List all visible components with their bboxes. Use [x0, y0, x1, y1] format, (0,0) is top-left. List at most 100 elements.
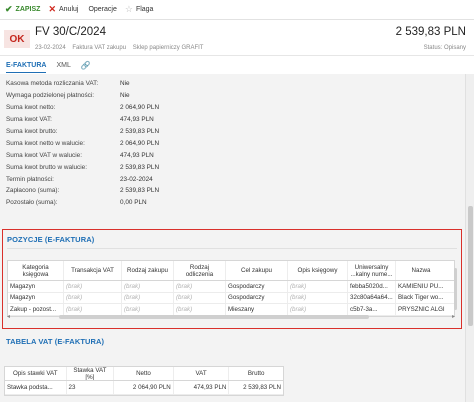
table-cell: (brak) [122, 281, 174, 292]
table-cell: Magazyn [8, 292, 64, 303]
property-row: Zapłacono (suma): 2 539,83 PLN [6, 185, 465, 197]
table-cell: (brak) [174, 281, 226, 292]
table-cell: (brak) [64, 292, 122, 303]
tab-xml[interactable]: XML [56, 60, 70, 73]
operations-label: Operacje [88, 6, 117, 13]
divider [7, 248, 457, 249]
column-header[interactable]: VAT [174, 367, 230, 380]
column-header[interactable]: Netto [114, 367, 174, 380]
table-cell: febba5020d... [348, 281, 396, 292]
table-cell: 23 [67, 381, 115, 394]
table-cell: Stawka podsta... [5, 381, 67, 394]
scroll-left-icon[interactable]: ◂ [7, 313, 10, 320]
property-row: Suma kwot netto w walucie: 2 064,90 PLN [6, 137, 465, 149]
table-cell: (brak) [288, 281, 348, 292]
property-row: Termin płatności: 23-02-2024 [6, 173, 465, 185]
property-value: 2 539,83 PLN [120, 128, 160, 135]
checkmark-icon: ✔ [5, 4, 13, 14]
property-row: Suma kwot VAT: 474,93 PLN [6, 114, 465, 126]
property-row: Suma kwot VAT w walucie: 474,93 PLN [6, 149, 465, 161]
property-label: Suma kwot VAT: [6, 116, 52, 124]
flag-label: Flaga [135, 6, 154, 13]
column-header[interactable]: Transakcja VAT [64, 261, 122, 280]
property-label: Suma kwot netto: [6, 104, 56, 112]
column-header[interactable]: Uniwersalny ...kalny nume... [348, 261, 396, 280]
property-row: Suma kwot netto: 2 064,90 PLN [6, 102, 465, 114]
property-label: Termin płatności: [6, 175, 54, 183]
property-label: Suma kwot brutto w walucie: [6, 163, 87, 171]
tab-bar: E-FAKTURA XML 🔗 [0, 60, 474, 73]
close-icon: ✕ [48, 4, 56, 14]
property-value: 0,00 PLN [120, 199, 147, 207]
column-header[interactable]: Opis stawki VAT [5, 367, 67, 380]
tab-e-faktura[interactable]: E-FAKTURA [6, 60, 47, 73]
property-value: 474,93 PLN [120, 151, 154, 159]
property-label: Zapłacono (suma): [6, 187, 60, 195]
save-button[interactable]: ✔ ZAPISZ [5, 5, 40, 14]
property-row: Suma kwot brutto: 2 539,83 PLN [6, 126, 465, 138]
cancel-button[interactable]: ✕ Anuluj [48, 5, 78, 14]
table-row[interactable]: Stawka podsta... 23 2 064,90 PLN 474,93 PLN… [5, 381, 283, 395]
property-value: Nie [120, 80, 130, 88]
document-title: FV 30/C/2024 [35, 26, 106, 38]
attachment-icon[interactable]: 🔗 [81, 60, 91, 73]
cancel-label: Anuluj [58, 6, 79, 13]
document-vendor: Sklep papierniczy GRAFIT [132, 45, 204, 51]
document-type: Faktura VAT zakupu [72, 45, 127, 51]
property-value: 2 064,90 PLN [120, 104, 160, 112]
column-header[interactable]: Stawka VAT [%] [67, 367, 115, 380]
property-label: Suma kwot netto w walucie: [6, 139, 85, 147]
table-row[interactable]: Magazyn (brak) (brak) (brak) Gospodarczy (bra… [8, 281, 454, 293]
column-header[interactable]: Opis księgowy [288, 261, 348, 280]
document-subtitle: 23-02-2024 Faktura VAT zakupu Sklep papi… [35, 45, 208, 51]
property-value: 2 064,90 PLN [120, 139, 160, 147]
table-cell: Magazyn [8, 281, 64, 292]
column-header[interactable]: Kategoria księgowa [8, 261, 64, 280]
content-panel: Kasowa metoda rozliczania VAT: Nie Wymaga … [0, 74, 465, 402]
table-cell: 2 064,90 PLN [114, 381, 174, 394]
grid-header-row: Kategoria księgowa Transakcja VAT Rodzaj z… [8, 261, 454, 281]
column-header[interactable]: Cel zakupu [226, 261, 288, 280]
grid-vertical-scrollbar[interactable] [454, 268, 457, 310]
property-label: Suma kwot brutto: [6, 128, 58, 135]
table-cell: 474,93 PLN [174, 381, 230, 394]
table-cell: (brak) [174, 292, 226, 303]
table-cell: 2 539,83 PLN [243, 384, 281, 391]
property-label: Pozostało (suma): [6, 199, 58, 207]
column-header[interactable]: Rodzaj zakupu [122, 261, 174, 280]
property-value: 2 539,83 PLN [120, 163, 160, 171]
document-status: Status: Opisany [423, 45, 466, 51]
document-amount: 2 539,83 PLN [395, 26, 466, 38]
main-scrollbar[interactable] [465, 74, 474, 402]
property-value: 2 539,83 PLN [120, 187, 160, 195]
positions-grid: Kategoria księgowa Transakcja VAT Rodzaj z… [7, 260, 455, 317]
table-row[interactable]: Magazyn (brak) (brak) (brak) Gospodarczy (bra… [8, 292, 454, 304]
table-cell: 32c80a64a64... [348, 292, 396, 303]
property-label: Suma kwot VAT w walucie: [6, 151, 83, 159]
star-icon: ☆ [124, 4, 133, 14]
property-label: Kasowa metoda rozliczania VAT: [6, 80, 99, 88]
column-header[interactable]: Rodzaj odliczenia [174, 261, 226, 280]
property-label: Wymaga podzielonej płatności: [6, 92, 95, 100]
column-header[interactable]: Nazwa [396, 261, 446, 280]
property-value: 474,93 PLN [120, 116, 154, 124]
column-header[interactable]: Brutto [229, 367, 283, 380]
property-value: 23-02-2024 [120, 175, 153, 183]
table-cell: (brak) [122, 292, 174, 303]
scroll-right-icon[interactable]: ▸ [452, 313, 455, 320]
vat-table-grid: Opis stawki VAT Stawka VAT [%] Netto VAT Bru… [4, 366, 284, 396]
flag-button[interactable]: ☆ Flaga [125, 5, 154, 14]
vat-header-row: Opis stawki VAT Stawka VAT [%] Netto VAT Bru… [5, 367, 283, 381]
status-badge: OK [4, 30, 30, 48]
property-row: Pozostało (suma): 0,00 PLN [6, 197, 465, 209]
table-cell: Black Tiger wo... [398, 294, 444, 302]
vat-table-title: TABELA VAT (E-FAKTURA) [6, 337, 105, 346]
scroll-thumb[interactable] [59, 315, 369, 319]
operations-button[interactable]: Operacje [88, 6, 116, 13]
main-scroll-thumb[interactable] [468, 206, 473, 326]
grid-horizontal-scrollbar[interactable]: ◂ ▸ [7, 313, 455, 321]
property-row: Wymaga podzielonej płatności: Nie [6, 90, 465, 102]
positions-title: POZYCJE (E-FAKTURA) [7, 235, 95, 244]
document-header: OK FV 30/C/2024 23-02-2024 Faktura VAT z… [0, 20, 474, 56]
property-row: Suma kwot brutto w walucie: 2 539,83 PLN [6, 161, 465, 173]
